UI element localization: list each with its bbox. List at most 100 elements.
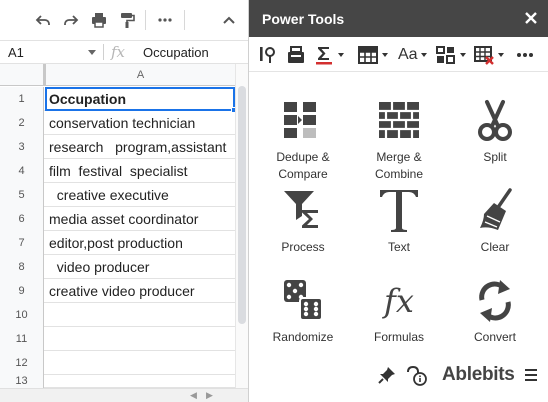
tool-split[interactable]: Split bbox=[447, 96, 543, 166]
find-replace-icon[interactable] bbox=[257, 43, 279, 67]
cell[interactable]: editor,post production bbox=[45, 231, 235, 255]
select-all-corner[interactable] bbox=[0, 64, 46, 85]
panel-toolbar: Aa bbox=[249, 37, 548, 72]
table-row: 10 bbox=[0, 303, 235, 327]
paint-format-icon[interactable] bbox=[114, 8, 140, 32]
svg-text:fx: fx bbox=[382, 282, 414, 320]
table-row: 1 Occupation bbox=[0, 87, 237, 113]
undo-icon[interactable] bbox=[30, 8, 56, 32]
print-icon[interactable] bbox=[86, 8, 112, 32]
text-icon bbox=[380, 190, 418, 232]
tool-dedupe-compare[interactable]: Dedupe & Compare bbox=[255, 96, 351, 183]
tool-randomize[interactable]: Randomize bbox=[255, 276, 351, 346]
convert-arrows-icon bbox=[479, 280, 511, 322]
tool-label: Text bbox=[387, 240, 410, 254]
tool-formulas[interactable]: fx Formulas bbox=[351, 276, 447, 346]
row-number[interactable]: 7 bbox=[0, 231, 44, 255]
panel-title: Power Tools bbox=[262, 11, 345, 27]
dice-icon bbox=[284, 280, 323, 321]
column-header-a[interactable]: A bbox=[46, 64, 235, 85]
row-number[interactable]: 2 bbox=[0, 111, 44, 135]
divider bbox=[103, 44, 104, 60]
tool-label: Process bbox=[281, 240, 325, 254]
database-save-icon[interactable] bbox=[285, 43, 307, 67]
row-number[interactable]: 4 bbox=[0, 159, 44, 183]
cell-a1[interactable]: Occupation bbox=[45, 87, 235, 111]
row-number[interactable]: 9 bbox=[0, 279, 44, 303]
tool-merge-combine[interactable]: Merge & Combine bbox=[351, 96, 447, 183]
cell[interactable] bbox=[45, 351, 235, 375]
tool-convert[interactable]: Convert bbox=[447, 276, 543, 346]
tool-label: Clear bbox=[480, 240, 510, 254]
vertical-scrollbar[interactable] bbox=[235, 64, 248, 388]
spreadsheet: A1 fx Occupation A 1 Occupation 2 conser… bbox=[0, 0, 248, 402]
delete-table-icon[interactable] bbox=[473, 43, 504, 67]
tool-label: Split bbox=[483, 150, 507, 164]
text-case-button[interactable]: Aa bbox=[398, 43, 427, 67]
tool-label: Convert bbox=[473, 330, 517, 344]
more-horizontal-icon[interactable] bbox=[152, 8, 178, 32]
scissors-icon bbox=[478, 100, 512, 141]
tool-clear[interactable]: Clear bbox=[447, 186, 543, 256]
close-icon[interactable] bbox=[521, 8, 541, 28]
tool-process[interactable]: Process bbox=[255, 186, 351, 256]
more-horizontal-icon[interactable] bbox=[514, 43, 536, 67]
table-row: 5 creative executive bbox=[0, 183, 235, 207]
row-number[interactable]: 8 bbox=[0, 255, 44, 279]
cell[interactable]: conservation technician bbox=[45, 111, 235, 135]
table-row: 9 creative video producer bbox=[0, 279, 235, 303]
merge-icon bbox=[379, 102, 419, 138]
cell[interactable] bbox=[45, 327, 235, 351]
table-row: 4 film festival specialist bbox=[0, 159, 235, 183]
cell[interactable] bbox=[45, 375, 235, 388]
table-row: 7 editor,post production bbox=[0, 231, 235, 255]
power-tools-panel: Power Tools Aa Dedupe & Compare Merge & … bbox=[248, 0, 548, 402]
info-icon[interactable] bbox=[405, 364, 429, 386]
horizontal-scrollbar[interactable]: ◀ ▶ bbox=[0, 388, 248, 402]
panel-footer: Ablebits bbox=[249, 360, 548, 390]
tool-label: Randomize bbox=[272, 330, 334, 344]
row-number[interactable]: 3 bbox=[0, 135, 44, 159]
row-number[interactable]: 6 bbox=[0, 207, 44, 231]
formula-input[interactable]: Occupation bbox=[143, 45, 209, 60]
tool-label: Merge & Combine bbox=[374, 150, 424, 181]
cell[interactable]: creative executive bbox=[45, 183, 235, 207]
tool-label: Dedupe & Compare bbox=[276, 150, 330, 181]
pin-icon[interactable] bbox=[377, 365, 397, 385]
cell[interactable]: film festival specialist bbox=[45, 159, 235, 183]
scroll-left-icon[interactable]: ◀ bbox=[190, 390, 197, 401]
menu-icon[interactable] bbox=[523, 368, 539, 382]
process-icon bbox=[284, 191, 318, 228]
row-number[interactable]: 11 bbox=[0, 327, 44, 351]
broom-icon bbox=[480, 188, 512, 230]
table-row: 11 bbox=[0, 327, 235, 351]
row-number[interactable]: 12 bbox=[0, 351, 44, 375]
cell[interactable]: video producer bbox=[45, 255, 235, 279]
table-grid-icon[interactable] bbox=[357, 43, 388, 67]
chevron-down-icon[interactable] bbox=[88, 50, 96, 55]
redo-icon[interactable] bbox=[58, 8, 84, 32]
sigma-sum-icon[interactable] bbox=[313, 43, 344, 67]
panel-header: Power Tools bbox=[249, 0, 548, 37]
scrollbar-thumb[interactable] bbox=[238, 86, 246, 324]
table-row: 2 conservation technician bbox=[0, 111, 235, 135]
cell[interactable]: media asset coordinator bbox=[45, 207, 235, 231]
column-header-row: A bbox=[0, 64, 235, 86]
scroll-right-icon[interactable]: ▶ bbox=[206, 390, 213, 401]
name-box[interactable]: A1 bbox=[0, 41, 102, 63]
split-columns-icon[interactable] bbox=[435, 43, 466, 67]
row-number[interactable]: 1 bbox=[0, 87, 44, 111]
sheet-toolbar bbox=[0, 0, 248, 40]
chevron-up-icon[interactable] bbox=[216, 8, 242, 32]
cell[interactable] bbox=[45, 303, 235, 327]
tool-text[interactable]: Text bbox=[351, 186, 447, 256]
table-row: 3 research program,assistant bbox=[0, 135, 235, 159]
row-number[interactable]: 10 bbox=[0, 303, 44, 327]
row-number[interactable]: 5 bbox=[0, 183, 44, 207]
row-number[interactable]: 13 bbox=[0, 375, 44, 388]
cell[interactable]: creative video producer bbox=[45, 279, 235, 303]
cell[interactable]: research program,assistant bbox=[45, 135, 235, 159]
table-row: 8 video producer bbox=[0, 255, 235, 279]
formula-bar: A1 fx Occupation bbox=[0, 40, 248, 64]
ablebits-logo[interactable]: Ablebits bbox=[442, 364, 515, 386]
